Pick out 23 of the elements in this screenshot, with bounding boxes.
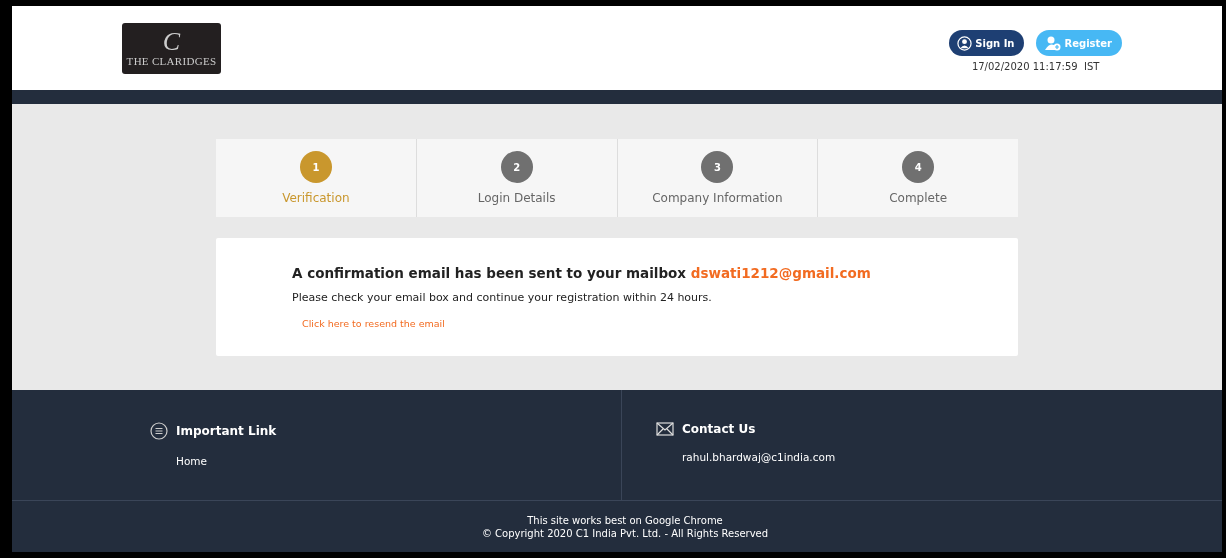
logo[interactable]: C THE CLARIDGES — [122, 22, 221, 74]
section-title: Important Link — [176, 424, 277, 438]
resend-link[interactable]: Click here to resend the email — [302, 318, 445, 329]
step-tab[interactable]: 3 Company Information — [617, 139, 819, 217]
date-time: 17/02/2020 11:17:59 IST — [971, 61, 1100, 72]
step-tab[interactable]: 4 Complete — [818, 139, 1018, 217]
footer-link[interactable]: rahul.bhardwaj@c1india.com — [682, 451, 1222, 463]
mail-icon — [656, 422, 674, 436]
step-number: 3 — [701, 151, 734, 183]
user-icon — [957, 35, 973, 51]
sign-in-button[interactable]: Sign In — [949, 30, 1025, 56]
footer-link[interactable]: Home — [176, 455, 621, 467]
instruction-text: Please check your email box and continue your registration within 24 hours. — [292, 291, 713, 304]
footer-note: This site works best on Google Chrome — [527, 514, 723, 526]
menu-icon — [150, 422, 168, 440]
add-user-icon — [1044, 35, 1062, 51]
footer-note: © Copyright 2020 C1 India Pvt. Ltd. - All Rights Reserved — [481, 527, 769, 539]
step-tab[interactable]: 2 Login Details — [416, 139, 618, 217]
step-number: 4 — [902, 151, 935, 183]
confirmation-heading: A confirmation email has been sent to your mailbox dswati1212@gmail.com — [292, 265, 872, 281]
step-number: 1 — [299, 151, 332, 183]
step-number: 2 — [500, 151, 533, 183]
section-title: Contact Us — [682, 422, 756, 436]
